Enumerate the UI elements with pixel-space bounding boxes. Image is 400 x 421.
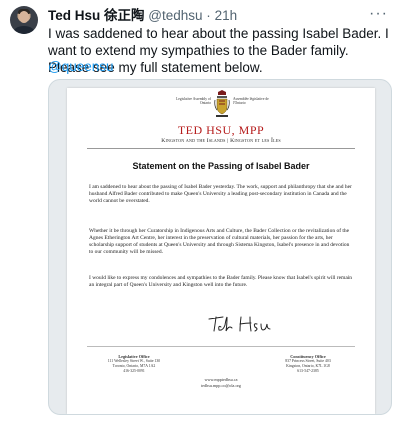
statement-title: Statement on the Passing of Isabel Bader (132, 161, 310, 171)
contact-web: www.mppted​hsu.ca tedhsu.mpp.co@ola.org (177, 377, 265, 388)
more-options-icon[interactable]: ··· (369, 5, 388, 23)
legislative-office-line: 416-325-0091 (123, 369, 145, 373)
assembly-label-fr: Assemblée législative de l'Ontario (233, 97, 269, 106)
avatar-shoulders (13, 26, 35, 34)
statement-paragraph-3: I would like to express my condolences a… (89, 275, 353, 288)
separator-dot: · (206, 8, 211, 23)
email-text: tedhsu.mpp.co@ola.org (201, 382, 241, 388)
statement-paragraph-2: Whether it be through her Curatorship in… (89, 228, 350, 255)
author-name[interactable]: Ted Hsu 徐正陶 (48, 8, 145, 23)
letterhead-divider (87, 148, 355, 149)
mpp-name: TED HSU, MPP (177, 123, 265, 137)
tweet-image[interactable]: Legislative Assembly of Ontario Assemblé… (48, 79, 392, 415)
constituency-office-line: 613-547-2385 (297, 369, 319, 373)
footer-divider (87, 346, 355, 347)
assembly-label-en: Legislative Assembly of Ontario (176, 97, 211, 106)
author-handle[interactable]: @tedhsu (148, 8, 202, 23)
tweet[interactable]: Ted Hsu 徐正陶 @tedhsu · 21h ··· I was sadd… (0, 0, 400, 421)
letterhead-crest-row: Legislative Assembly of Ontario Assemblé… (67, 90, 375, 120)
riding-name: Kingston and the Islands | Kingston et l… (161, 138, 281, 144)
constituency-office: Constituency Office 837 Princess Street,… (263, 354, 353, 374)
statement-paragraph-1: I am saddened to hear about the passing … (89, 184, 352, 204)
signature (208, 316, 271, 332)
tweet-timestamp[interactable]: 21h (215, 8, 238, 23)
mention-link[interactable]: @queensu (48, 58, 114, 75)
legislative-office: Legislative Office 111 Wellesley Street … (89, 354, 179, 374)
tweet-header: Ted Hsu 徐正陶 @tedhsu · 21h (48, 7, 237, 24)
avatar-face (19, 11, 29, 23)
ontario-crest-icon (214, 90, 230, 117)
author-avatar[interactable] (10, 6, 38, 34)
statement-letter: Legislative Assembly of Ontario Assemblé… (67, 88, 375, 414)
